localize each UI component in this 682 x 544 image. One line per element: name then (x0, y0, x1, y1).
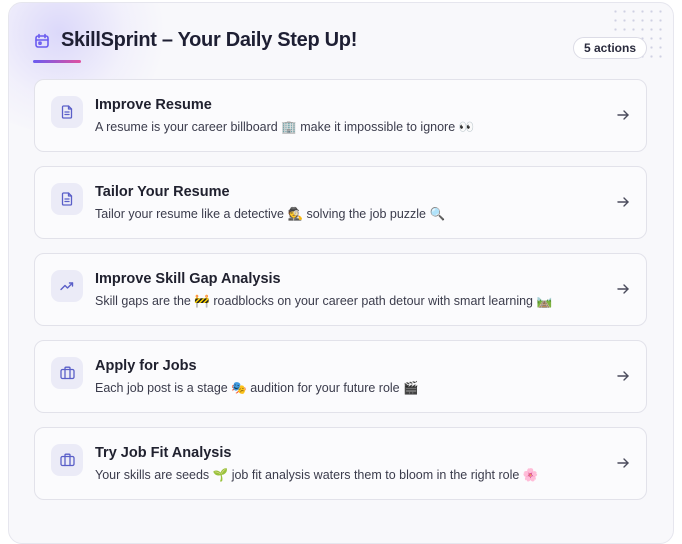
card-description: Skill gaps are the 🚧 roadblocks on your … (95, 294, 553, 308)
trending-up-icon (51, 270, 83, 302)
arrow-right-icon (617, 110, 629, 120)
panel-header: SkillSprint – Your Daily Step Up! (33, 29, 357, 52)
action-card-apply-for-jobs[interactable]: Apply for Jobs Each job post is a stage … (34, 340, 647, 413)
card-title: Tailor Your Resume (95, 184, 230, 200)
card-description: Each job post is a stage 🎭 audition for … (95, 381, 419, 395)
action-card-improve-resume[interactable]: Improve Resume A resume is your career b… (34, 79, 647, 152)
card-title: Improve Resume (95, 97, 212, 113)
briefcase-icon (51, 357, 83, 389)
action-list: Improve Resume A resume is your career b… (34, 79, 647, 514)
card-title: Try Job Fit Analysis (95, 445, 232, 461)
card-description: Your skills are seeds 🌱 job fit analysis… (95, 468, 539, 482)
card-title: Apply for Jobs (95, 358, 197, 374)
page-title: SkillSprint – Your Daily Step Up! (61, 29, 358, 51)
title-underline (33, 60, 81, 63)
action-card-job-fit-analysis[interactable]: Try Job Fit Analysis Your skills are see… (34, 427, 647, 500)
action-card-skill-gap-analysis[interactable]: Improve Skill Gap Analysis Skill gaps ar… (34, 253, 647, 326)
actions-count-badge: 5 actions (573, 37, 648, 59)
document-icon (51, 96, 83, 128)
card-description: A resume is your career billboard 🏢 make… (95, 120, 475, 134)
arrow-right-icon (617, 371, 629, 381)
document-icon (51, 183, 83, 215)
arrow-right-icon (617, 284, 629, 294)
card-description: Tailor your resume like a detective 🕵️ s… (95, 207, 446, 221)
card-title: Improve Skill Gap Analysis (95, 271, 281, 287)
briefcase-icon (51, 444, 83, 476)
calendar-icon (33, 32, 51, 50)
arrow-right-icon (617, 197, 629, 207)
arrow-right-icon (617, 458, 629, 468)
skillsprint-panel: SkillSprint – Your Daily Step Up! 5 acti… (8, 2, 674, 544)
action-card-tailor-resume[interactable]: Tailor Your Resume Tailor your resume li… (34, 166, 647, 239)
